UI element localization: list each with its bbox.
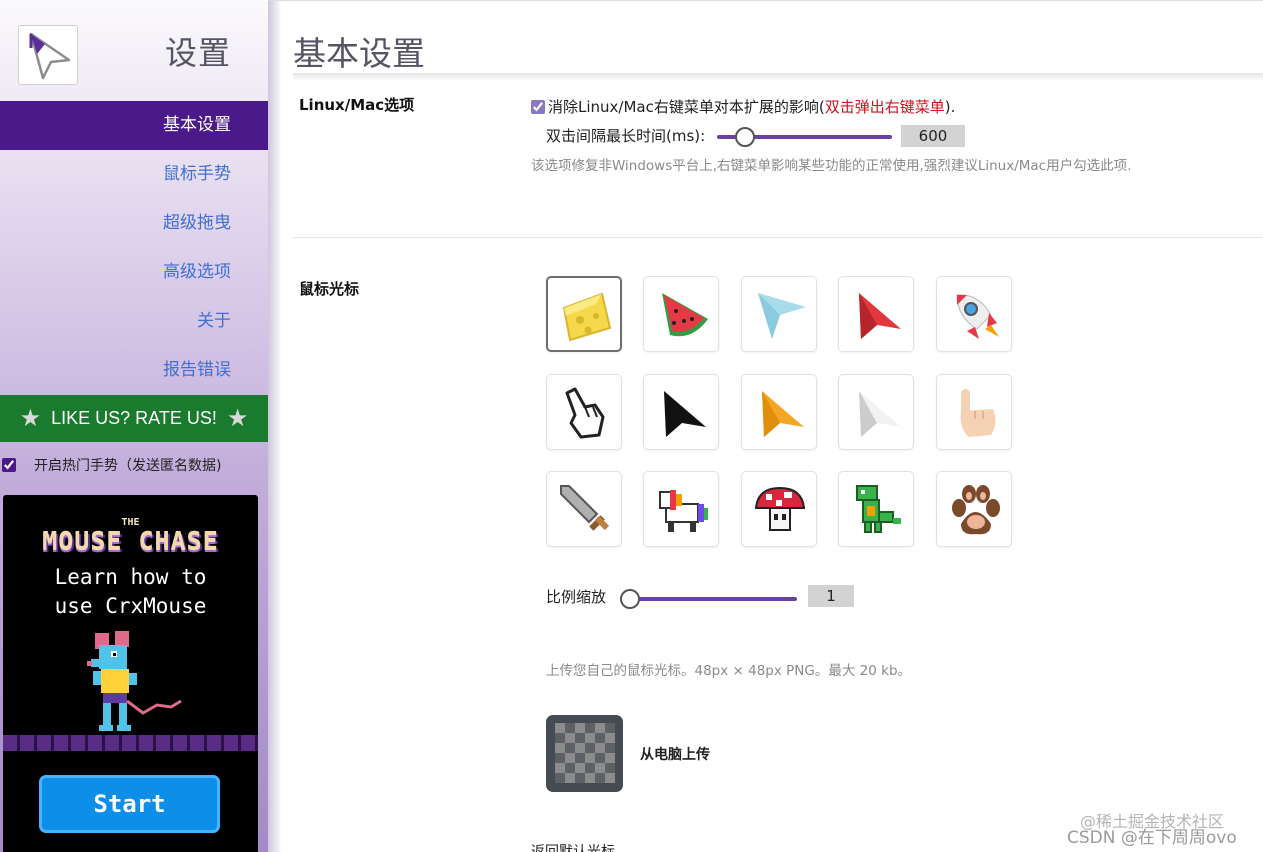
- pixel-sword-icon: [560, 485, 610, 531]
- arrow-logo-icon: [29, 32, 71, 80]
- sidebar-shadow: [268, 0, 282, 852]
- pointing-hand-icon: [960, 389, 996, 437]
- white-arrow-icon: [859, 391, 901, 437]
- watermelon-icon: [662, 293, 708, 337]
- nav-basic-settings[interactable]: 基本设置: [0, 101, 268, 150]
- sidebar-nav: 基本设置 鼠标手势 超级拖曳 高级选项 关于 报告错误: [0, 101, 268, 395]
- nav-mouse-gestures[interactable]: 鼠标手势: [0, 150, 268, 199]
- rate-us-button[interactable]: ★ LIKE US? RATE US! ★: [0, 395, 268, 442]
- linux-fix-text: 消除Linux/Mac右键菜单对本扩展的影响(: [548, 98, 825, 116]
- linux-fix-tail: ).: [944, 97, 956, 116]
- cursor-option-unicorn[interactable]: [643, 471, 719, 547]
- reset-cursor-link[interactable]: 返回默认光标: [531, 842, 615, 852]
- interval-label: 双击间隔最长时间(ms):: [546, 127, 706, 145]
- scale-value: 1: [808, 585, 854, 607]
- promo-line-1: Learn how to: [54, 565, 207, 589]
- cursor-option-paw[interactable]: [936, 471, 1012, 547]
- nav-report-bug[interactable]: 报告错误: [0, 346, 268, 395]
- linux-fix-checkbox[interactable]: [531, 99, 545, 114]
- linux-section-label: Linux/Mac选项: [299, 96, 415, 114]
- linux-fix-option[interactable]: 消除Linux/Mac右键菜单对本扩展的影响(双击弹出右键菜单).: [531, 96, 955, 117]
- cursor-option-white-arrow[interactable]: [838, 374, 914, 450]
- cursor-option-mushroom[interactable]: [741, 471, 817, 547]
- cursor-option-hand-outline[interactable]: [546, 374, 622, 450]
- cursor-section-label: 鼠标光标: [299, 280, 360, 298]
- hot-gestures-checkbox[interactable]: [2, 458, 16, 472]
- paw-icon: [952, 485, 1000, 535]
- upload-from-computer-button[interactable]: 从电脑上传: [640, 744, 710, 764]
- star-icon: ★: [19, 405, 42, 432]
- cursor-option-black-arrow[interactable]: [643, 374, 719, 450]
- linux-fix-highlight: 双击弹出右键菜单: [824, 98, 945, 116]
- watermark-csdn: CSDN @在下周周ovo: [1067, 828, 1237, 848]
- paper-plane-icon: [758, 293, 806, 339]
- linux-hint: 该选项修复非Windows平台上,右键菜单影响某些功能的正常使用,强烈建议Lin…: [531, 158, 1132, 174]
- sidebar-title: 设置: [165, 34, 232, 72]
- promo-line-2: use CrxMouse: [54, 594, 207, 618]
- cursor-option-rocket[interactable]: [936, 276, 1012, 352]
- cursor-option-hand[interactable]: [936, 374, 1012, 450]
- interval-slider-knob[interactable]: [734, 127, 755, 147]
- transparent-checker-icon: [555, 723, 615, 783]
- promo-start-button[interactable]: Start: [39, 775, 220, 833]
- section-divider: [293, 237, 1263, 238]
- page-title: 基本设置: [293, 34, 425, 73]
- black-arrow-icon: [664, 391, 706, 437]
- app-logo: [18, 25, 78, 85]
- sidebar: 设置 基本设置 鼠标手势 超级拖曳 高级选项 关于 报告错误 ★ LIKE US…: [0, 0, 268, 852]
- mouse-chase-promo[interactable]: THE MOUSE CHASE Learn how to use CrxMous…: [3, 495, 258, 852]
- red-arrow-icon: [859, 293, 901, 339]
- cursor-option-cheese[interactable]: [546, 276, 622, 352]
- scale-slider-knob[interactable]: [620, 589, 640, 609]
- promo-subtitle: Learn how to use CrxMouse: [3, 563, 258, 621]
- cursor-option-orange-arrow[interactable]: [741, 374, 817, 450]
- upload-hint: 上传您自己的鼠标光标。48px × 48px PNG。最大 20 kb。: [546, 663, 912, 679]
- cursor-option-red-arrow[interactable]: [838, 276, 914, 352]
- title-divider: [293, 73, 1263, 81]
- cheese-icon: [562, 292, 612, 342]
- options-page: 设置 基本设置 鼠标手势 超级拖曳 高级选项 关于 报告错误 ★ LIKE US…: [0, 0, 1263, 852]
- cursor-option-watermelon[interactable]: [643, 276, 719, 352]
- hot-gestures-label: 开启热门手势（发送匿名数据): [34, 458, 222, 474]
- cursor-option-dinosaur[interactable]: [838, 471, 914, 547]
- orange-arrow-icon: [762, 391, 804, 437]
- hot-gestures-option[interactable]: 开启热门手势（发送匿名数据): [2, 455, 221, 475]
- interval-value: 600: [901, 125, 965, 147]
- scale-slider[interactable]: [629, 597, 797, 601]
- nav-super-drag[interactable]: 超级拖曳: [0, 199, 268, 248]
- scale-label: 比例缩放: [546, 588, 607, 606]
- cursor-option-sword[interactable]: [546, 471, 622, 547]
- pixel-unicorn-icon: [659, 490, 708, 532]
- upload-preview[interactable]: [546, 715, 623, 792]
- top-divider: [268, 0, 1263, 1]
- rocket-icon: [956, 294, 999, 339]
- cursor-option-paper-plane[interactable]: [741, 276, 817, 352]
- pixel-mouse-icon: [87, 631, 182, 731]
- nav-advanced-options[interactable]: 高级选项: [0, 248, 268, 297]
- promo-floor: [3, 735, 258, 751]
- pointing-hand-outline-icon: [565, 387, 605, 439]
- pixel-dinosaur-icon: [856, 485, 901, 533]
- pixel-mushroom-icon: [754, 486, 806, 531]
- star-icon: ★: [226, 405, 249, 432]
- nav-about[interactable]: 关于: [0, 297, 268, 346]
- promo-title: MOUSE CHASE: [42, 527, 219, 556]
- rate-us-label: LIKE US? RATE US!: [51, 408, 217, 428]
